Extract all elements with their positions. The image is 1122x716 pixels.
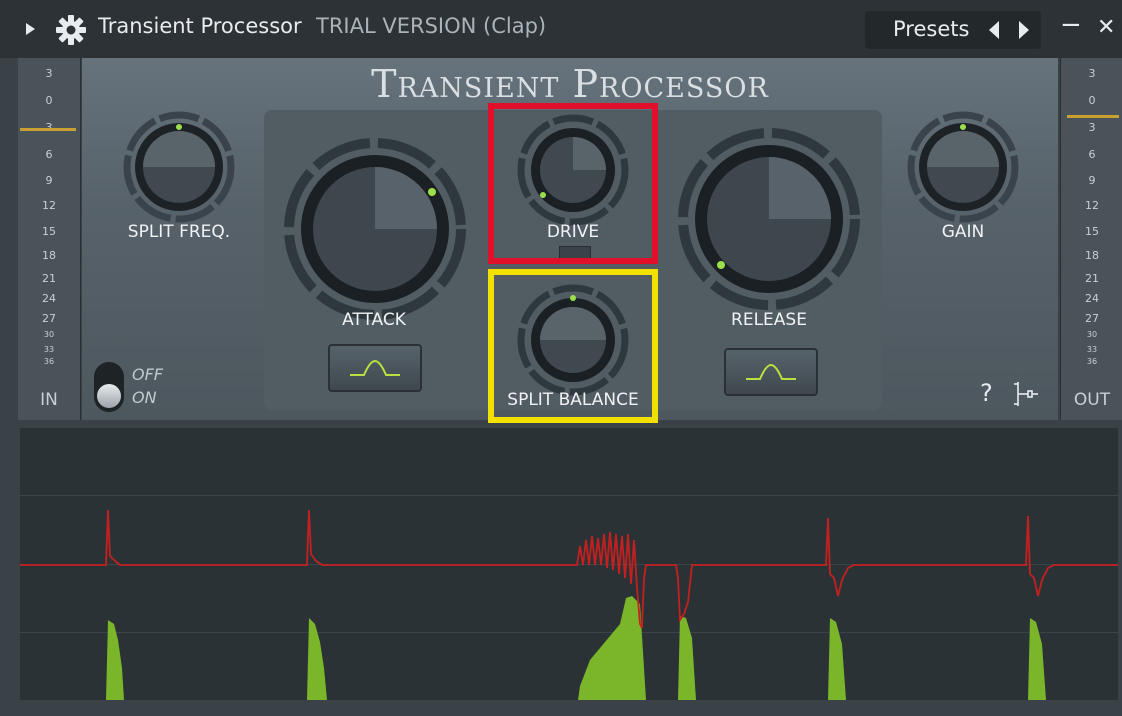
meter-scale-tick: 6 [1088,148,1096,161]
drive-highlight-box [488,103,658,264]
meter-scale-tick: 36 [1086,357,1098,366]
split-freq-knob[interactable] [122,110,236,224]
window-subtitle: TRIAL VERSION (Clap) [316,14,547,38]
power-toggle-thumb [97,384,121,408]
toggle-on-label: ON [132,388,157,407]
input-meter: IN 30369121518212427303336 [18,58,81,420]
meter-scale-tick: 30 [1086,330,1098,339]
presets-label: Presets [893,17,970,41]
waveform-fill [106,596,1046,700]
meter-scale-tick: 15 [1085,225,1099,238]
attack-curve-icon [350,359,400,376]
gain-knob[interactable] [906,110,1020,224]
envelope-line [20,509,1118,629]
presets-selector[interactable]: Presets [865,11,1041,49]
help-button[interactable]: ? [980,379,993,407]
title-bar: Transient Processor TRIAL VERSION (Clap)… [0,0,1122,58]
release-label: RELEASE [731,310,807,330]
transient-graph [20,428,1118,700]
meter-scale-tick: 18 [42,249,56,262]
expand-arrow-icon[interactable] [24,21,36,37]
transient-waveform [20,509,1118,700]
close-button[interactable]: ✕ [1097,15,1115,40]
output-meter: OUT 3 0 3 6 9 12 15 18 21 24 27 30 33 36 [1060,58,1122,420]
meter-scale-tick: 0 [1088,94,1096,107]
attack-curve-button[interactable] [328,344,422,392]
minimize-button[interactable]: − [1060,10,1082,40]
release-knob[interactable] [676,126,862,312]
meter-scale-tick: 3 [1088,67,1096,80]
window-title: Transient Processor [98,14,302,38]
attack-knob[interactable] [282,136,468,322]
toggle-off-label: OFF [132,365,163,384]
meter-scale-tick: 3 [45,67,53,80]
gear-icon[interactable] [55,14,87,46]
meter-scale-tick: 6 [45,148,53,161]
meter-scale-tick: 27 [1085,312,1099,325]
output-level-marker [1067,115,1119,118]
meter-scale-tick: 30 [43,330,55,339]
meter-scale-tick: 24 [1085,292,1099,305]
meter-scale-tick: 21 [1085,272,1099,285]
release-curve-icon [746,363,796,380]
power-toggle[interactable] [94,362,124,412]
meter-scale-tick: 12 [42,199,56,212]
split-freq-label: SPLIT FREQ. [127,222,231,242]
meter-scale-tick: 33 [43,345,55,354]
meter-scale-tick: 0 [45,94,53,107]
meter-scale-tick: 27 [42,312,56,325]
attack-label: ATTACK [342,310,406,330]
gain-label: GAIN [941,222,985,242]
preset-next-arrow-icon[interactable] [1017,20,1031,40]
output-meter-label: OUT [1073,390,1111,410]
meter-scale-tick: 18 [1085,249,1099,262]
meter-scale-tick: 24 [42,292,56,305]
meter-scale-tick: 3 [1088,121,1096,134]
split-balance-highlight-box [488,269,658,423]
meter-scale-tick: 15 [42,225,56,238]
meter-scale-tick: 9 [45,174,53,187]
preset-prev-arrow-icon[interactable] [987,20,1001,40]
meter-scale-tick: 21 [42,272,56,285]
panel-title: Transient Processor [371,62,769,106]
release-curve-button[interactable] [724,348,818,396]
meter-scale-tick: 12 [1085,199,1099,212]
routing-icon[interactable] [1012,380,1040,408]
meter-scale-tick: 9 [1088,174,1096,187]
meter-scale-tick: 33 [1086,345,1098,354]
meter-scale-tick: 36 [43,357,55,366]
input-level-marker [20,128,76,131]
input-meter-label: IN [40,390,58,410]
